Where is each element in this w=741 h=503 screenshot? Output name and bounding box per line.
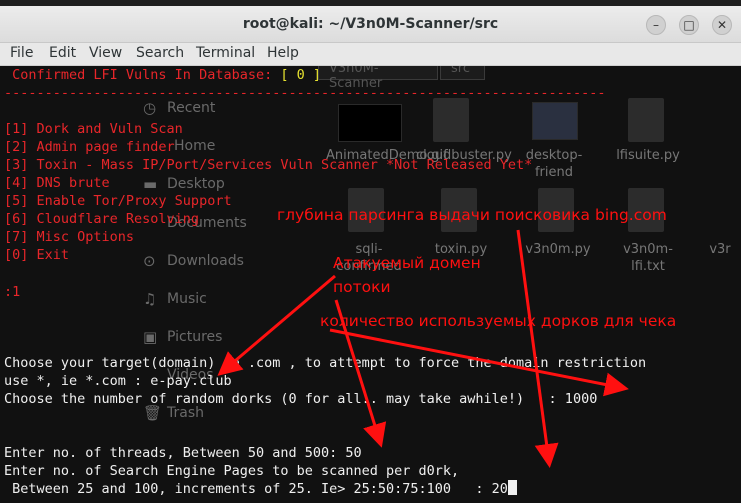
menu-edit[interactable]: Edit [49, 45, 76, 61]
close-button[interactable]: ✕ [712, 15, 732, 35]
menu-bar: File Edit View Search Terminal Help [0, 43, 741, 66]
title-bar: root@kali: ~/V3n0M-Scanner/src – □ ✕ [0, 6, 741, 43]
maximize-button[interactable]: □ [679, 15, 699, 35]
menu-help[interactable]: Help [267, 45, 299, 61]
menu-terminal[interactable]: Terminal [196, 45, 255, 61]
menu-view[interactable]: View [89, 45, 122, 61]
window-title: root@kali: ~/V3n0M-Scanner/src [242, 16, 499, 32]
minimize-button[interactable]: – [646, 15, 666, 35]
annotation-arrows [217, 229, 629, 468]
arrow-dorks [329, 328, 629, 397]
terminal-area[interactable]: V3n0M-Scanner src ◷ Recent Home ▬ Deskto… [0, 66, 741, 503]
menu-search[interactable]: Search [136, 45, 184, 61]
arrow-depth [516, 229, 559, 468]
arrow-threads [334, 299, 387, 448]
arrow-domain [217, 274, 336, 376]
menu-file[interactable]: File [10, 45, 33, 61]
